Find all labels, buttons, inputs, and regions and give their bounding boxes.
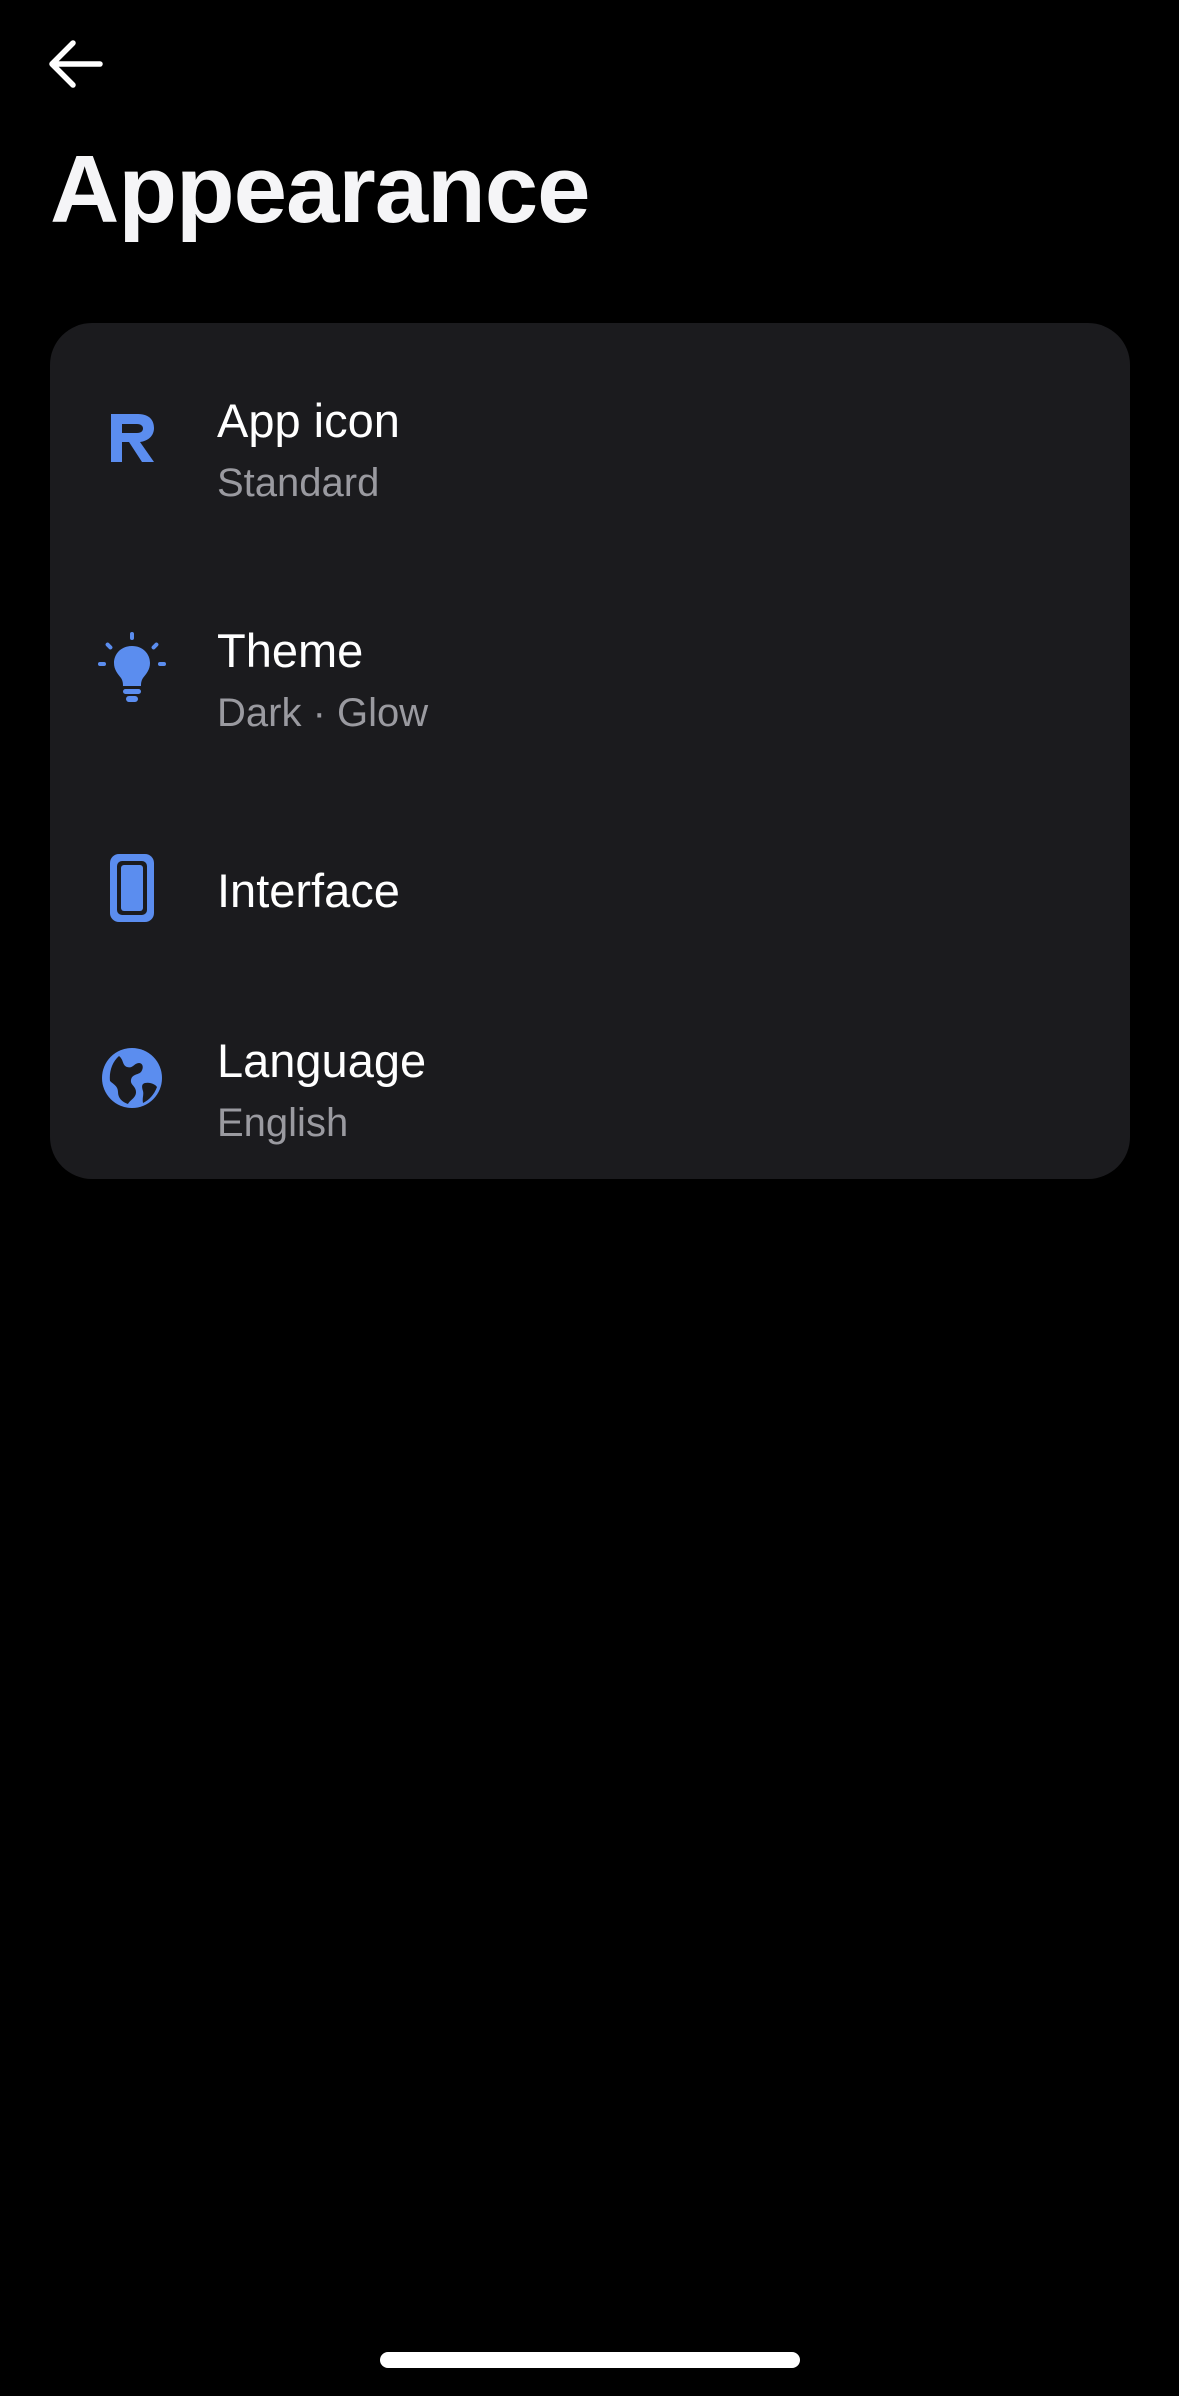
settings-card: App icon Standard Theme Dark · Glow Inte… bbox=[50, 323, 1130, 1179]
phone-icon bbox=[92, 848, 172, 928]
globe-icon bbox=[92, 1038, 172, 1118]
setting-language[interactable]: Language English bbox=[50, 1003, 1130, 1153]
arrow-left-icon bbox=[46, 39, 106, 94]
setting-title: Theme bbox=[217, 624, 364, 677]
setting-app-icon[interactable]: App icon Standard bbox=[50, 363, 1130, 513]
home-indicator[interactable] bbox=[380, 2352, 800, 2368]
setting-title: Language bbox=[217, 1034, 427, 1087]
setting-title: App icon bbox=[217, 394, 400, 447]
setting-theme[interactable]: Theme Dark · Glow bbox=[50, 593, 1130, 743]
r-logo-icon bbox=[92, 398, 172, 478]
setting-value: Dark · Glow bbox=[217, 691, 429, 736]
lightbulb-icon bbox=[92, 628, 172, 708]
setting-value: Standard bbox=[217, 461, 380, 506]
setting-value: English bbox=[217, 1101, 349, 1146]
back-button[interactable] bbox=[40, 30, 112, 102]
setting-title: Interface bbox=[217, 864, 400, 917]
setting-interface[interactable]: Interface bbox=[50, 823, 1130, 953]
page-title: Appearance bbox=[50, 136, 591, 243]
